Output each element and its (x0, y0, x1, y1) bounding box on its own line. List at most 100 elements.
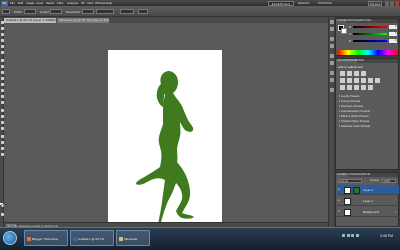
front-image-button[interactable] (120, 9, 134, 14)
document-canvas[interactable] (108, 50, 222, 243)
preset-channel-mixer[interactable]: Channel Mixer Presets (339, 119, 397, 123)
taskbar-clock[interactable]: 3:48 PM (380, 234, 393, 238)
exposure-icon[interactable] (361, 71, 366, 76)
color-spectrum-bar[interactable] (338, 50, 398, 55)
right-panel-dock: COLOR SWATCHES STYLES R 0 G 0 B 0 ADJUST… (334, 17, 400, 227)
layer-name[interactable]: Layer 2 (363, 188, 373, 192)
volume-icon[interactable] (346, 234, 350, 237)
menu-help[interactable]: Help (106, 1, 112, 5)
red-slider[interactable] (353, 26, 387, 28)
expand-triangle-icon (339, 104, 340, 107)
gradient-map-icon[interactable] (361, 85, 366, 90)
menu-3d[interactable]: 3D (81, 1, 85, 5)
hue-saturation-icon[interactable] (347, 78, 352, 83)
photoshop-window: Ps File Edit Image Layer Select Filter A… (0, 0, 400, 250)
visibility-eye-icon[interactable]: ● (338, 187, 342, 192)
visibility-eye-icon[interactable]: ● (338, 198, 342, 203)
layers-panel-tabs: LAYERS CHANNELS PATHS (336, 173, 398, 177)
taskbar-item-photoshop[interactable]: Untitled-1 @ 66.7% (70, 230, 114, 246)
layer-name[interactable]: Layer 1 (363, 199, 373, 203)
start-button[interactable] (3, 231, 17, 245)
menu-analysis[interactable]: Analysis (67, 1, 78, 5)
brightness-contrast-icon[interactable] (340, 71, 345, 76)
selective-color-icon[interactable] (368, 85, 373, 90)
visibility-eye-icon[interactable]: ● (338, 209, 342, 214)
color-balance-icon[interactable] (354, 78, 359, 83)
preset-curves[interactable]: Curves Presets (339, 99, 397, 103)
invert-icon[interactable] (340, 85, 345, 90)
minimize-button[interactable] (385, 0, 390, 6)
blend-mode-select[interactable]: Normal (338, 178, 362, 183)
tab-paths[interactable]: PATHS (361, 173, 371, 177)
tab-styles[interactable]: STYLES (360, 19, 372, 23)
menu-image[interactable]: Image (26, 1, 34, 5)
layer-name[interactable]: Background (363, 210, 379, 214)
preset-label: Exposure Presets (341, 104, 364, 108)
layer-thumbnail (344, 186, 351, 194)
maximize-button[interactable] (389, 0, 395, 6)
cs-live-button[interactable]: CS Live (368, 0, 382, 6)
width-field[interactable] (24, 9, 36, 14)
layer-row-layer-1[interactable]: ● Layer 1 (337, 196, 399, 206)
green-slider[interactable] (353, 33, 387, 35)
layers-panel: LAYERS CHANNELS PATHS Normal Opacity: 10… (335, 172, 399, 227)
menu-file[interactable]: File (10, 1, 15, 5)
channel-mixer-icon[interactable] (375, 78, 380, 83)
preset-hue-saturation[interactable]: Hue/Saturation Presets (339, 109, 397, 113)
green-silhouette-figure (136, 71, 194, 242)
workspace-design-button[interactable]: DESIGN (298, 1, 310, 6)
menu-layer[interactable]: Layer (36, 1, 44, 5)
menu-window[interactable]: Window (95, 1, 106, 5)
vibrance-icon[interactable] (340, 78, 345, 83)
green-value-field[interactable]: 0 (389, 32, 397, 36)
expand-triangle-icon (339, 119, 340, 122)
menu-view[interactable]: View (87, 1, 93, 5)
preset-black-white[interactable]: Black & White Presets (339, 114, 397, 118)
options-bar: Width: Height: Resolution: (0, 6, 400, 17)
tab-masks[interactable]: MASKS (354, 59, 365, 63)
preset-label: Black & White Presets (341, 114, 369, 118)
photo-filter-icon[interactable] (368, 78, 373, 83)
menu-edit[interactable]: Edit (18, 1, 23, 5)
layer-row-background[interactable]: ● Background ▪ (337, 207, 399, 217)
curves-icon[interactable] (354, 71, 359, 76)
expand-triangle-icon (339, 109, 340, 112)
preset-exposure[interactable]: Exposure Presets (339, 104, 397, 108)
battery-icon[interactable] (351, 234, 354, 237)
red-value-field[interactable]: 0 (389, 25, 397, 29)
silhouette-shape (136, 71, 194, 242)
resolution-field[interactable] (82, 9, 94, 14)
layer-mask-thumbnail[interactable] (353, 186, 360, 194)
opacity-field[interactable]: 100% (382, 178, 396, 183)
adjustment-icons-row-1 (340, 71, 396, 76)
preset-selective-color[interactable]: Selective Color Presets (339, 124, 397, 128)
preset-levels[interactable]: Levels Presets (339, 94, 397, 98)
workspace-essentials-button[interactable]: ESSENTIALS (268, 0, 294, 6)
levels-icon[interactable] (347, 71, 352, 76)
layer-row-layer-2[interactable]: ● Layer 2 (337, 185, 399, 195)
canvas-workarea[interactable] (4, 23, 328, 243)
blue-channel-label: B (349, 39, 352, 43)
height-field[interactable] (50, 9, 62, 14)
background-color-box[interactable] (341, 28, 347, 34)
preset-label: Channel Mixer Presets (341, 119, 370, 123)
posterize-icon[interactable] (347, 85, 352, 90)
system-tray (342, 234, 376, 242)
network-icon[interactable] (342, 234, 345, 237)
threshold-icon[interactable] (354, 85, 359, 90)
clear-button[interactable] (138, 9, 148, 14)
blue-value-field[interactable]: 0 (389, 39, 397, 43)
close-button[interactable] (394, 0, 399, 6)
red-channel-label: R (349, 25, 352, 29)
tool-preset-picker[interactable] (2, 9, 10, 14)
blue-slider[interactable] (353, 40, 387, 42)
width-label: Width: (14, 9, 23, 14)
taskbar-item-silhouette[interactable]: Silhouette (116, 230, 150, 246)
workspace-painting-button[interactable]: PAINTING (318, 1, 332, 6)
resolution-units-select[interactable] (96, 9, 114, 14)
black-white-icon[interactable] (361, 78, 366, 83)
menu-select[interactable]: Select (46, 1, 54, 5)
menu-filter[interactable]: Filter (57, 1, 64, 5)
taskbar-item-blogger[interactable]: Blogger: Photoshop (24, 230, 68, 246)
flag-icon[interactable] (355, 234, 359, 237)
